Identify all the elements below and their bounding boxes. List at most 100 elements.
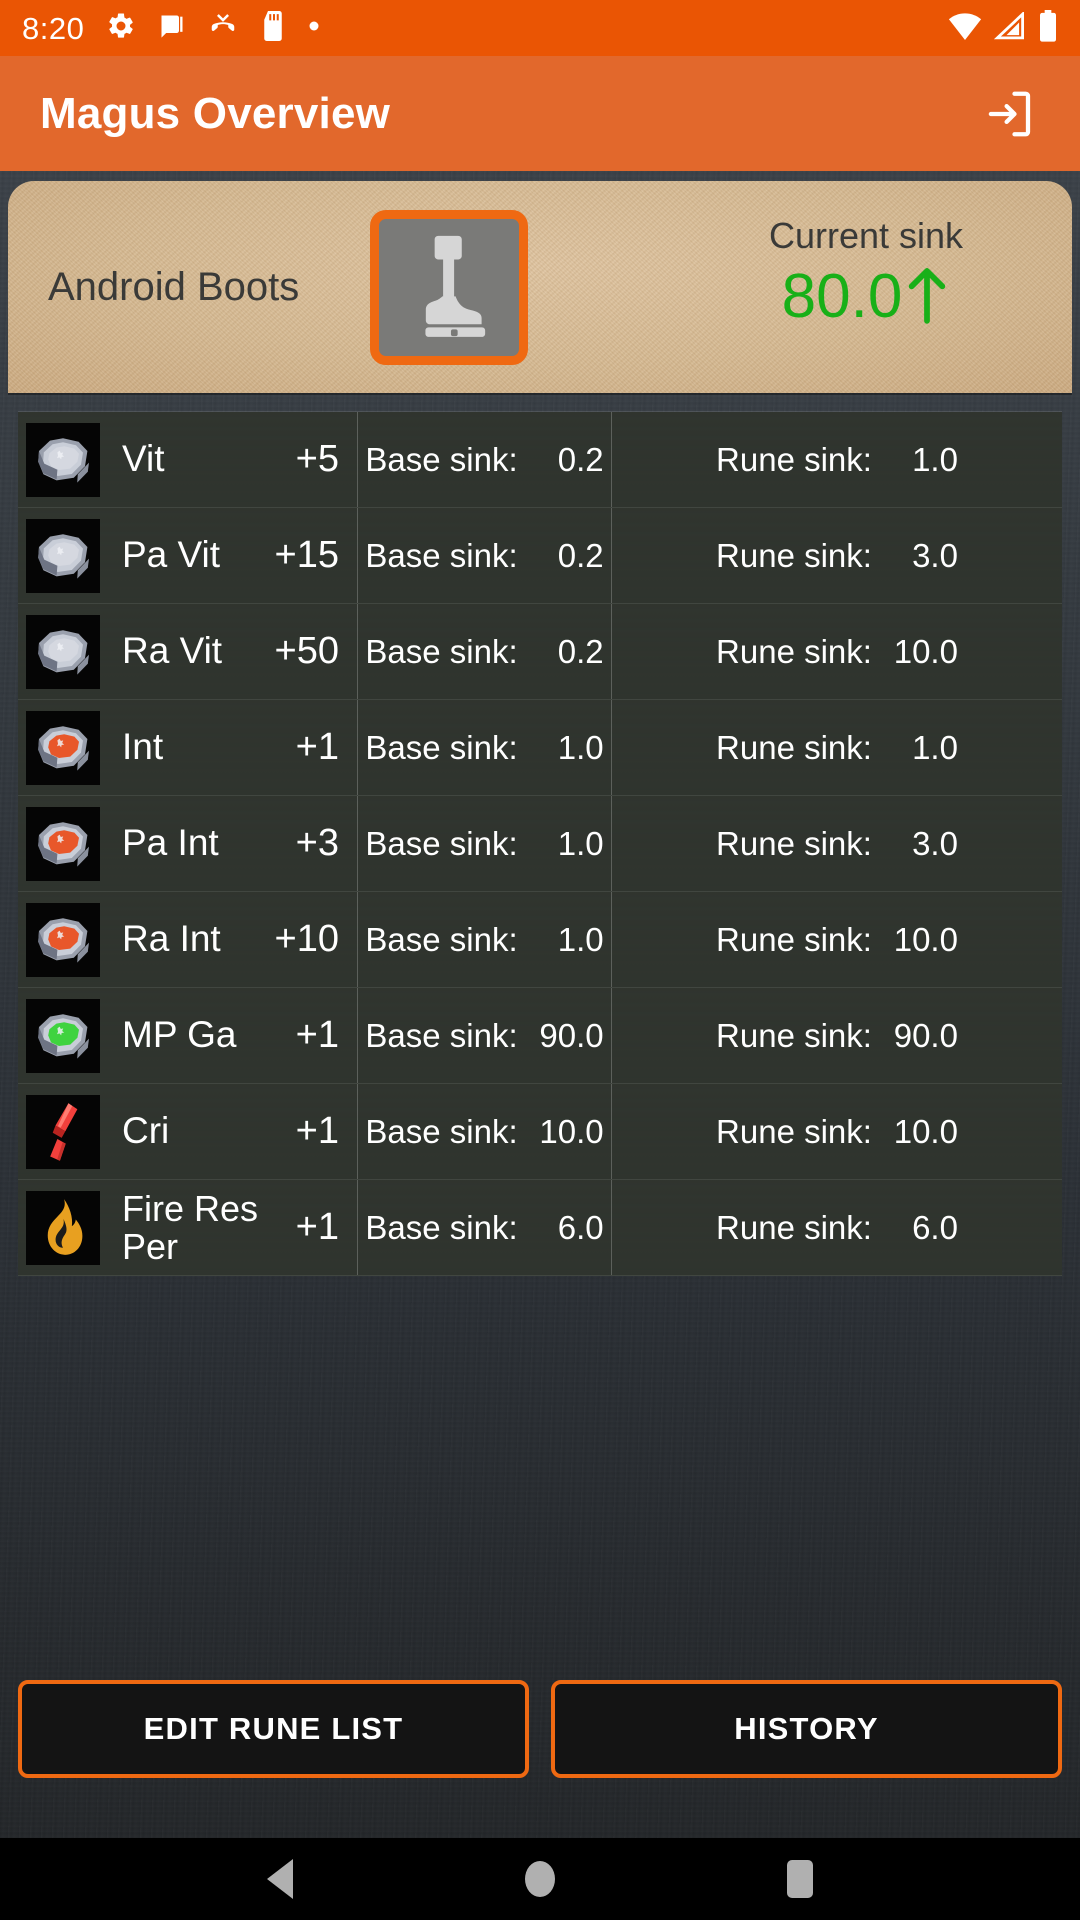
rune-table: Vit +5 Base sink: 0.2 Rune sink: 1.0 Pa Vit +15…: [18, 411, 1062, 1276]
rune-stone-white-icon: [26, 614, 100, 689]
table-row[interactable]: Int +1 Base sink: 1.0 Rune sink: 1.0: [18, 700, 1062, 796]
base-sink-value: 1.0: [557, 824, 604, 862]
base-sink-cell: Base sink: 1.0: [358, 796, 612, 891]
rune-sink-label: Rune sink:: [716, 728, 872, 766]
rune-name-cell: MP Ga +1: [18, 988, 358, 1083]
rune-sink-cell: Rune sink: 10.0: [612, 892, 1062, 987]
cell-signal-icon: [993, 10, 1026, 45]
battery-icon: [1038, 9, 1058, 47]
base-sink-cell: Base sink: 6.0: [358, 1180, 612, 1275]
current-sink-value-row: 80.0: [706, 263, 1026, 330]
rune-name-cell: Pa Int +3: [18, 796, 358, 891]
rune-name: Vit: [122, 438, 165, 480]
base-sink-label: Base sink:: [365, 632, 518, 670]
rune-name-cell: Vit +5: [18, 412, 358, 507]
rune-bonus: +1: [295, 726, 339, 768]
rune-name: MP Ga: [122, 1014, 237, 1056]
table-row[interactable]: Pa Int +3 Base sink: 1.0 Rune sink: 3.0: [18, 796, 1062, 892]
content-area: Android Boots Current sink 80.0 Vit +5 B…: [0, 171, 1080, 1838]
rune-sink-cell: Rune sink: 10.0: [612, 604, 1062, 699]
status-bar-left: 8:20: [22, 10, 948, 46]
base-sink-label: Base sink:: [365, 728, 518, 766]
flame-icon: [26, 1190, 100, 1265]
rune-name: Cri: [122, 1110, 170, 1152]
base-sink-cell: Base sink: 0.2: [358, 508, 612, 603]
nav-home-button[interactable]: [505, 1844, 575, 1914]
base-sink-cell: Base sink: 0.2: [358, 412, 612, 507]
base-sink-value: 0.2: [557, 536, 604, 574]
rune-sink-label: Rune sink:: [716, 536, 872, 574]
rune-name-cell: Ra Int +10: [18, 892, 358, 987]
base-sink-value: 6.0: [557, 1208, 604, 1246]
table-row[interactable]: Pa Vit +15 Base sink: 0.2 Rune sink: 3.0: [18, 508, 1062, 604]
base-sink-value: 1.0: [557, 920, 604, 958]
circle-home-icon: [525, 1861, 555, 1897]
status-clock: 8:20: [22, 10, 85, 46]
square-recents-icon: [787, 1860, 813, 1898]
base-sink-value: 0.2: [557, 632, 604, 670]
rune-bonus: +15: [274, 534, 339, 576]
rune-sink-cell: Rune sink: 1.0: [612, 700, 1062, 795]
base-sink-label: Base sink:: [365, 824, 518, 862]
history-button[interactable]: HISTORY: [551, 1680, 1062, 1778]
table-row[interactable]: MP Ga +1 Base sink: 90.0 Rune sink: 90.0: [18, 988, 1062, 1084]
rune-sink-value: 10.0: [893, 632, 958, 670]
rune-bonus: +1: [295, 1014, 339, 1056]
rune-sink-cell: Rune sink: 3.0: [612, 508, 1062, 603]
table-row[interactable]: Ra Vit +50 Base sink: 0.2 Rune sink: 10.0: [18, 604, 1062, 700]
rune-bonus: +50: [274, 630, 339, 672]
rune-sink-value: 10.0: [893, 1112, 958, 1150]
rune-sink-cell: Rune sink: 1.0: [612, 412, 1062, 507]
rune-sink-label: Rune sink:: [716, 1112, 872, 1150]
table-row[interactable]: Ra Int +10 Base sink: 1.0 Rune sink: 10.0: [18, 892, 1062, 988]
base-sink-cell: Base sink: 10.0: [358, 1084, 612, 1179]
rune-name: Ra Vit: [122, 630, 223, 672]
rune-bonus: +1: [295, 1206, 339, 1248]
rune-sink-cell: Rune sink: 3.0: [612, 796, 1062, 891]
item-summary-card: Android Boots Current sink 80.0: [8, 181, 1072, 393]
rune-stone-white-icon: [26, 422, 100, 497]
rune-name-cell: Ra Vit +50: [18, 604, 358, 699]
base-sink-label: Base sink:: [365, 536, 518, 574]
rune-stone-white-icon: [26, 518, 100, 593]
action-button-bar: EDIT RUNE LIST HISTORY: [0, 1680, 1080, 1778]
current-sink-value: 80.0: [781, 261, 903, 331]
rune-name: Pa Vit: [122, 534, 221, 576]
table-row[interactable]: Fire Res Per +1 Base sink: 6.0 Rune sink: 6.0: [18, 1180, 1062, 1276]
rune-sink-cell: Rune sink: 10.0: [612, 1084, 1062, 1179]
rune-stone-red-icon: [26, 710, 100, 785]
current-sink-label: Current sink: [768, 215, 964, 256]
rune-sink-value: 6.0: [912, 1208, 958, 1246]
table-row[interactable]: Cri +1 Base sink: 10.0 Rune sink: 10.0: [18, 1084, 1062, 1180]
edit-rune-list-button[interactable]: EDIT RUNE LIST: [18, 1680, 529, 1778]
arrow-up-icon: [904, 263, 950, 330]
rune-sink-label: Rune sink:: [716, 920, 872, 958]
app-bar: Magus Overview: [0, 56, 1080, 171]
rune-stone-red-icon: [26, 806, 100, 881]
exit-to-app-icon[interactable]: [980, 84, 1040, 144]
base-sink-value: 1.0: [557, 728, 604, 766]
app-root: 8:20 Magus Overview Android Boots Curren…: [0, 0, 1080, 1920]
rune-bonus: +3: [295, 822, 339, 864]
wifi-icon: [948, 12, 982, 45]
rune-sink-label: Rune sink:: [716, 440, 872, 478]
base-sink-label: Base sink:: [365, 920, 518, 958]
rune-sink-label: Rune sink:: [716, 1208, 872, 1246]
base-sink-label: Base sink:: [365, 1208, 518, 1246]
base-sink-label: Base sink:: [365, 440, 518, 478]
rune-sink-cell: Rune sink: 90.0: [612, 988, 1062, 1083]
rune-name-cell: Cri +1: [18, 1084, 358, 1179]
current-sink-block: Current sink 80.0: [706, 215, 1026, 330]
nav-back-button[interactable]: [245, 1844, 315, 1914]
table-row[interactable]: Vit +5 Base sink: 0.2 Rune sink: 1.0: [18, 412, 1062, 508]
sd-card-icon: [260, 10, 286, 46]
rune-bonus: +1: [295, 1110, 339, 1152]
rune-name-cell: Pa Vit +15: [18, 508, 358, 603]
rune-sink-value: 1.0: [912, 728, 958, 766]
base-sink-value: 90.0: [539, 1016, 604, 1054]
rune-stone-green-icon: [26, 998, 100, 1073]
nav-recents-button[interactable]: [765, 1844, 835, 1914]
item-thumbnail[interactable]: [370, 210, 528, 365]
rune-name: Int: [122, 726, 164, 768]
rune-sink-value: 90.0: [893, 1016, 958, 1054]
